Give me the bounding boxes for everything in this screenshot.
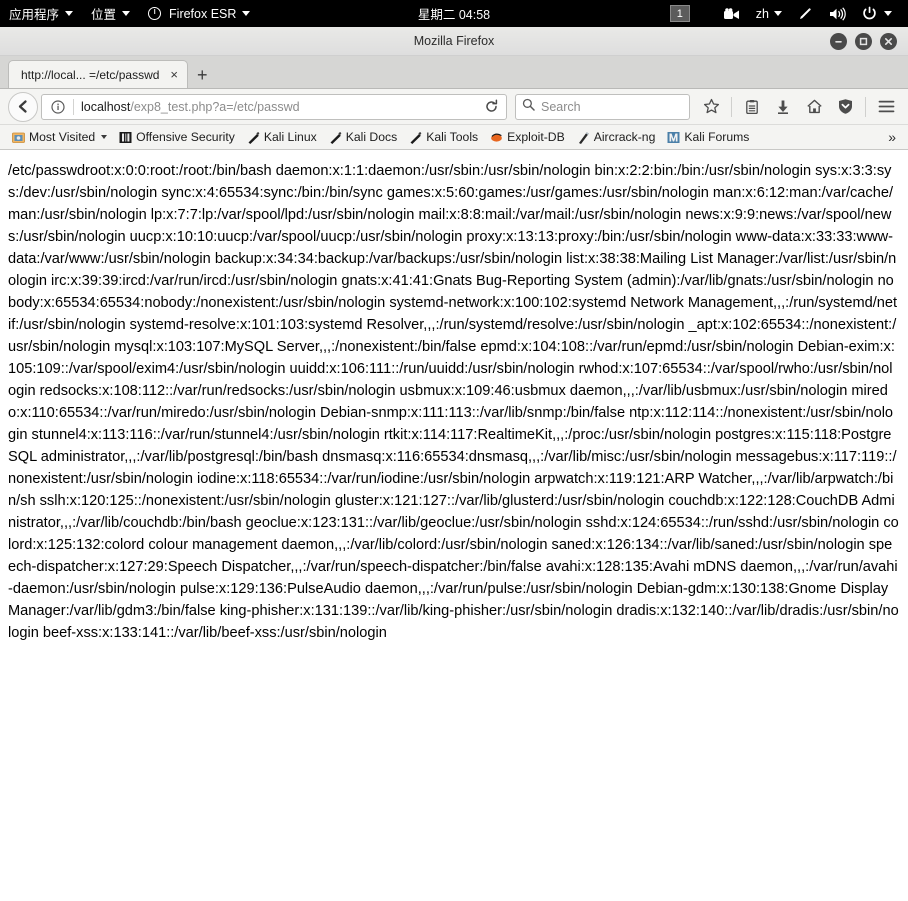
- url-host: localhost: [81, 99, 131, 114]
- page-content: /etc/passwdroot:x:0:0:root:/root:/bin/ba…: [0, 150, 908, 901]
- bookmark-label: Aircrack-ng: [593, 130, 656, 144]
- url-divider: [73, 98, 74, 115]
- bookmark-label: Exploit-DB: [507, 130, 565, 144]
- chevron-down-icon: [774, 11, 782, 16]
- search-input[interactable]: Search: [541, 100, 581, 114]
- passwd-dump-text: /etc/passwdroot:x:0:0:root:/root:/bin/ba…: [8, 163, 899, 641]
- bookmark-label: Kali Tools: [426, 130, 479, 144]
- bookmark-label: Kali Linux: [263, 130, 317, 144]
- url-input[interactable]: localhost/exp8_test.php?a=/etc/passwd: [81, 100, 479, 114]
- kali-dragon-icon: [248, 131, 260, 144]
- pocket-button[interactable]: [831, 93, 859, 121]
- bookmark-exploit-db[interactable]: Exploit-DB: [484, 127, 571, 148]
- applications-menu[interactable]: 应用程序: [0, 0, 82, 27]
- navigation-toolbar: localhost/exp8_test.php?a=/etc/passwd Se…: [0, 89, 908, 125]
- bookmark-kali-tools[interactable]: Kali Tools: [403, 127, 484, 148]
- bookmark-label: Most Visited: [29, 130, 96, 144]
- applications-menu-label: 应用程序: [9, 8, 60, 22]
- info-circle-icon[interactable]: [49, 98, 66, 115]
- chevron-down-icon: [122, 11, 131, 16]
- bookmark-aircrack-ng[interactable]: Aircrack-ng: [571, 127, 662, 148]
- new-tab-button[interactable]: +: [188, 66, 217, 88]
- chevron-down-icon: [242, 11, 251, 16]
- firefox-icon: [148, 7, 162, 20]
- url-bar[interactable]: localhost/exp8_test.php?a=/etc/passwd: [41, 93, 507, 120]
- url-path: /exp8_test.php?a=/etc/passwd: [130, 99, 300, 114]
- power-icon[interactable]: [854, 0, 880, 27]
- workspace-indicator[interactable]: 1: [669, 5, 690, 22]
- tab-strip: http://local... =/etc/passwd × +: [0, 56, 908, 89]
- home-button[interactable]: [800, 93, 828, 121]
- close-button[interactable]: [880, 32, 897, 50]
- input-method-menu[interactable]: zh: [748, 0, 790, 27]
- back-button[interactable]: [8, 91, 38, 122]
- folder-star-icon: [12, 132, 25, 143]
- bookmarks-toolbar: Most Visited Offensive Security Kali Lin…: [0, 125, 908, 150]
- toolbar-divider: [865, 96, 866, 117]
- forums-icon: [667, 131, 680, 143]
- pen-icon[interactable]: [790, 0, 821, 27]
- bookmark-kali-docs[interactable]: Kali Docs: [323, 127, 403, 148]
- window-title: Mozilla Firefox: [413, 34, 495, 48]
- reload-button[interactable]: [479, 95, 503, 119]
- tab-passwd[interactable]: http://local... =/etc/passwd ×: [8, 60, 188, 88]
- downloads-button[interactable]: [769, 93, 797, 121]
- speaker-icon[interactable]: [821, 0, 854, 27]
- chevron-down-icon: [884, 11, 892, 16]
- minimize-button[interactable]: [830, 32, 847, 50]
- bookmark-label: Kali Docs: [345, 130, 398, 144]
- bookmark-offensive-security[interactable]: Offensive Security: [113, 127, 241, 148]
- close-icon[interactable]: ×: [168, 68, 180, 81]
- tab-label: http://local... =/etc/passwd: [21, 67, 160, 82]
- bookmarks-overflow-button[interactable]: »: [888, 129, 902, 145]
- exploitdb-icon: [491, 133, 503, 142]
- maximize-button[interactable]: [855, 32, 872, 50]
- places-menu[interactable]: 位置: [82, 0, 139, 27]
- search-icon: [522, 98, 535, 116]
- bookmark-star-button[interactable]: [697, 93, 725, 121]
- chevron-down-icon: [65, 11, 74, 16]
- aircrack-icon: [578, 131, 589, 144]
- bookmark-label: Offensive Security: [136, 130, 235, 144]
- system-menu-chevron[interactable]: [880, 0, 900, 27]
- offsec-icon: [119, 131, 132, 143]
- bookmark-most-visited[interactable]: Most Visited: [6, 127, 113, 148]
- firefox-window-menu-label: Firefox ESR: [169, 6, 237, 21]
- search-bar[interactable]: Search: [515, 93, 690, 120]
- places-menu-label: 位置: [91, 8, 117, 22]
- bookmark-kali-forums[interactable]: Kali Forums: [661, 127, 755, 148]
- bookmark-kali-linux[interactable]: Kali Linux: [241, 127, 323, 148]
- video-camera-icon[interactable]: [716, 0, 748, 27]
- firefox-window: Mozilla Firefox http://local... =/etc/pa…: [0, 27, 908, 901]
- firefox-window-menu[interactable]: Firefox ESR: [139, 0, 259, 27]
- panel-tray: 1 zh: [669, 0, 908, 27]
- kali-dragon-icon: [330, 131, 342, 144]
- window-titlebar: Mozilla Firefox: [0, 27, 908, 56]
- menu-button[interactable]: [872, 93, 900, 121]
- chevron-down-icon: [101, 135, 108, 139]
- kali-dragon-icon: [410, 131, 422, 144]
- bookmark-label: Kali Forums: [684, 130, 750, 144]
- window-controls: [830, 32, 908, 50]
- library-button[interactable]: [738, 93, 766, 121]
- gnome-top-panel: 应用程序 位置 Firefox ESR 星期二 04:58 1 zh: [0, 0, 908, 27]
- toolbar-divider: [731, 96, 732, 117]
- input-method-label: zh: [755, 6, 769, 21]
